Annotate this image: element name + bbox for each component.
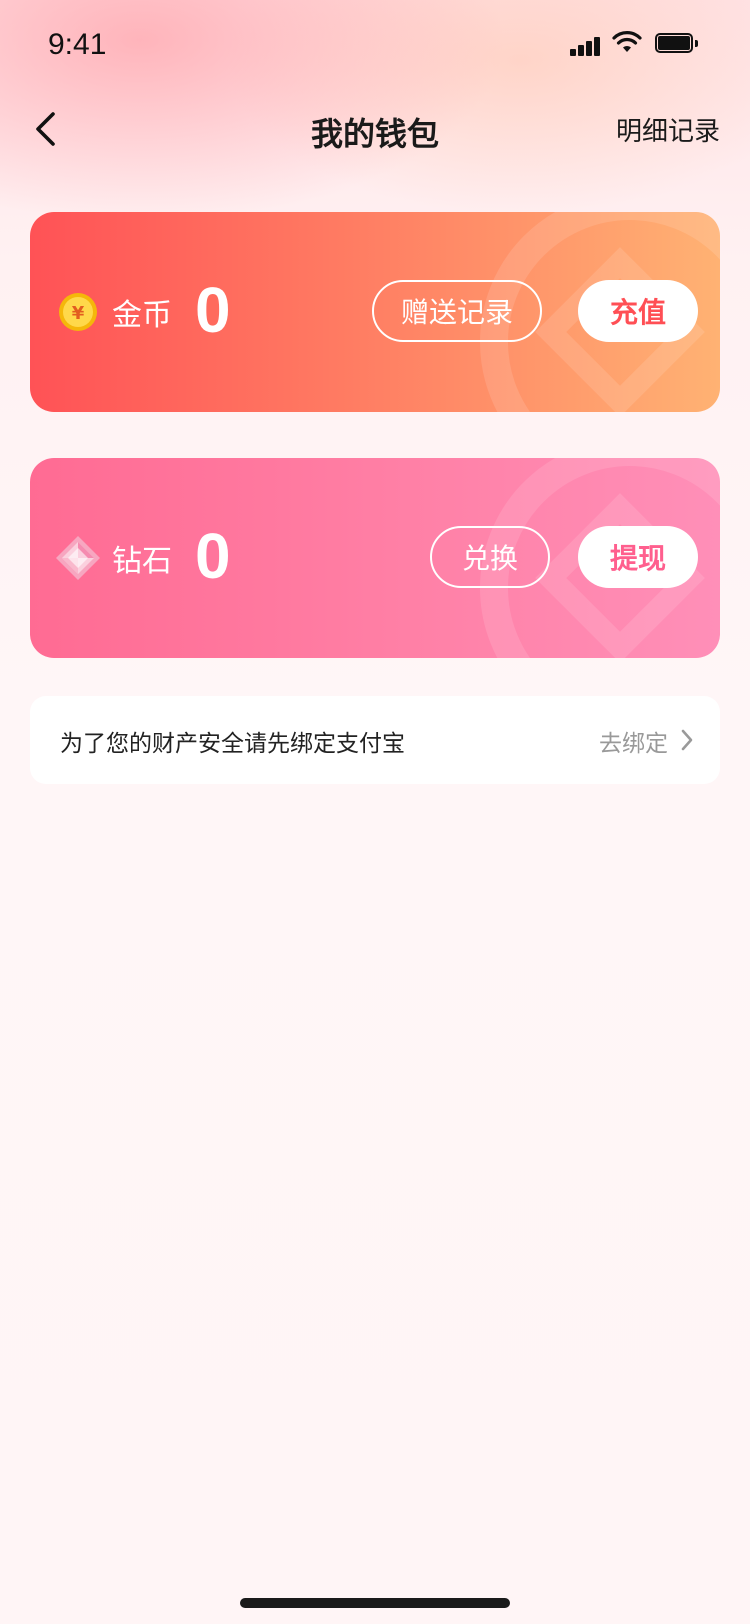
status-bar: 9:41 (0, 0, 750, 90)
bind-alipay-row[interactable]: 为了您的财产安全请先绑定支付宝 去绑定 (30, 696, 720, 784)
svg-text:¥: ¥ (72, 303, 85, 324)
recharge-button[interactable]: 充值 (578, 280, 698, 342)
gold-coin-icon: ¥ (58, 292, 98, 332)
cellular-signal-icon (570, 36, 602, 56)
coin-balance: 0 (195, 274, 231, 346)
exchange-button[interactable]: 兑换 (430, 526, 550, 588)
gift-records-button[interactable]: 赠送记录 (372, 280, 542, 342)
navigation-bar: 我的钱包 明细记录 (0, 95, 750, 165)
chevron-right-icon (680, 728, 694, 756)
diamond-icon (54, 534, 102, 582)
detail-records-link[interactable]: 明细记录 (616, 111, 720, 148)
status-time: 9:41 (48, 28, 107, 61)
coin-label: 金币 (112, 298, 172, 333)
gold-coin-card: ¥ 金币 0 赠送记录 充值 (30, 212, 720, 412)
diamond-card: 钻石 0 兑换 提现 (30, 458, 720, 658)
battery-icon (655, 33, 699, 55)
diamond-balance: 0 (195, 520, 231, 592)
bind-alipay-notice: 为了您的财产安全请先绑定支付宝 (60, 731, 405, 757)
wifi-icon (612, 30, 642, 58)
go-bind-link[interactable]: 去绑定 (599, 724, 668, 758)
withdraw-button[interactable]: 提现 (578, 526, 698, 588)
diamond-label: 钻石 (112, 544, 172, 579)
home-indicator[interactable] (240, 1598, 510, 1608)
